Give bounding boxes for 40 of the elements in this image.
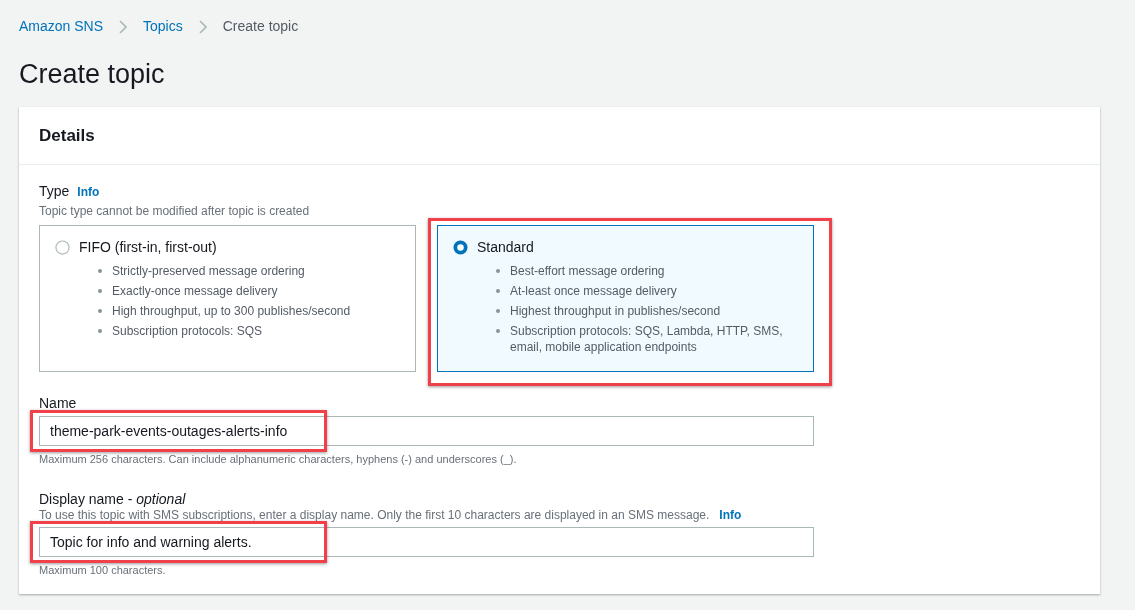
bullet-icon — [496, 269, 500, 273]
radio-selected-icon[interactable] — [453, 240, 468, 255]
field-description: Topic type cannot be modified after topic is created — [39, 203, 311, 220]
bullet-icon — [496, 329, 500, 333]
text-input[interactable]: theme-park-events-outages-alerts-info — [39, 416, 814, 446]
page-title: Create topic — [18, 58, 166, 91]
feature-text: High throughput, up to 300 publishes/second — [112, 303, 352, 319]
chevron-right-icon — [119, 19, 128, 34]
panel-title: Details — [39, 124, 95, 147]
field-hint: Maximum 100 characters. — [39, 562, 167, 578]
field-hint: Maximum 256 characters. Can include alphanumeric characters, hyphens (-) and underscores (_). — [39, 452, 518, 467]
bullet-icon — [496, 289, 500, 293]
feature-text: Subscription protocols: SQS — [112, 323, 264, 339]
feature-text: Subscription protocols: SQS, Lambda, HTTP, SMS, email, mobile application endpoints — [510, 323, 784, 355]
radio-icon[interactable] — [55, 240, 70, 255]
feature-text: Best-effort message ordering — [510, 263, 666, 279]
feature-text: At-least once message delivery — [510, 283, 678, 299]
type-option-card[interactable]: FIFO (first-in, first-out) Strictly-preserved message ordering Exactly-once message delivery High throughput, up to 300 publishes/second Subscription protocols: SQS — [39, 225, 416, 372]
chevron-right-icon — [198, 19, 207, 34]
field-label: Display name - optional — [39, 489, 186, 508]
text-input[interactable]: Topic for info and warning alerts. — [39, 526, 814, 557]
bullet-icon — [98, 329, 102, 333]
breadcrumb-current: Create topic — [222, 17, 299, 36]
feature-text: Exactly-once message delivery — [112, 283, 279, 299]
feature-text: Highest throughput in publishes/second — [510, 303, 722, 319]
bullet-icon — [98, 269, 102, 273]
field-label: Name — [39, 394, 77, 412]
option-label: Standard — [477, 238, 534, 257]
type-option-card[interactable]: Standard Best-effort message ordering At-least once message delivery Highest throughput in publishes/second Subscription protocols: SQS, Lambda, HTTP, SMS, email, mobile application endpoints — [437, 225, 814, 372]
option-label: FIFO (first-in, first-out) — [79, 238, 217, 257]
breadcrumb-link[interactable]: Amazon SNS — [19, 16, 104, 37]
bullet-icon — [98, 309, 102, 313]
feature-text: Strictly-preserved message ordering — [112, 263, 306, 279]
info-link[interactable]: Info — [77, 183, 100, 201]
breadcrumb-link[interactable]: Topics — [143, 16, 183, 37]
field-label: Type — [39, 182, 70, 201]
bullet-icon — [98, 289, 102, 293]
info-link[interactable]: Info — [719, 507, 742, 523]
bullet-icon — [496, 309, 500, 313]
field-description: To use this topic with SMS subscriptions, enter a display name. Only the first 10 characters are displayed in an SMS message. — [39, 507, 710, 523]
